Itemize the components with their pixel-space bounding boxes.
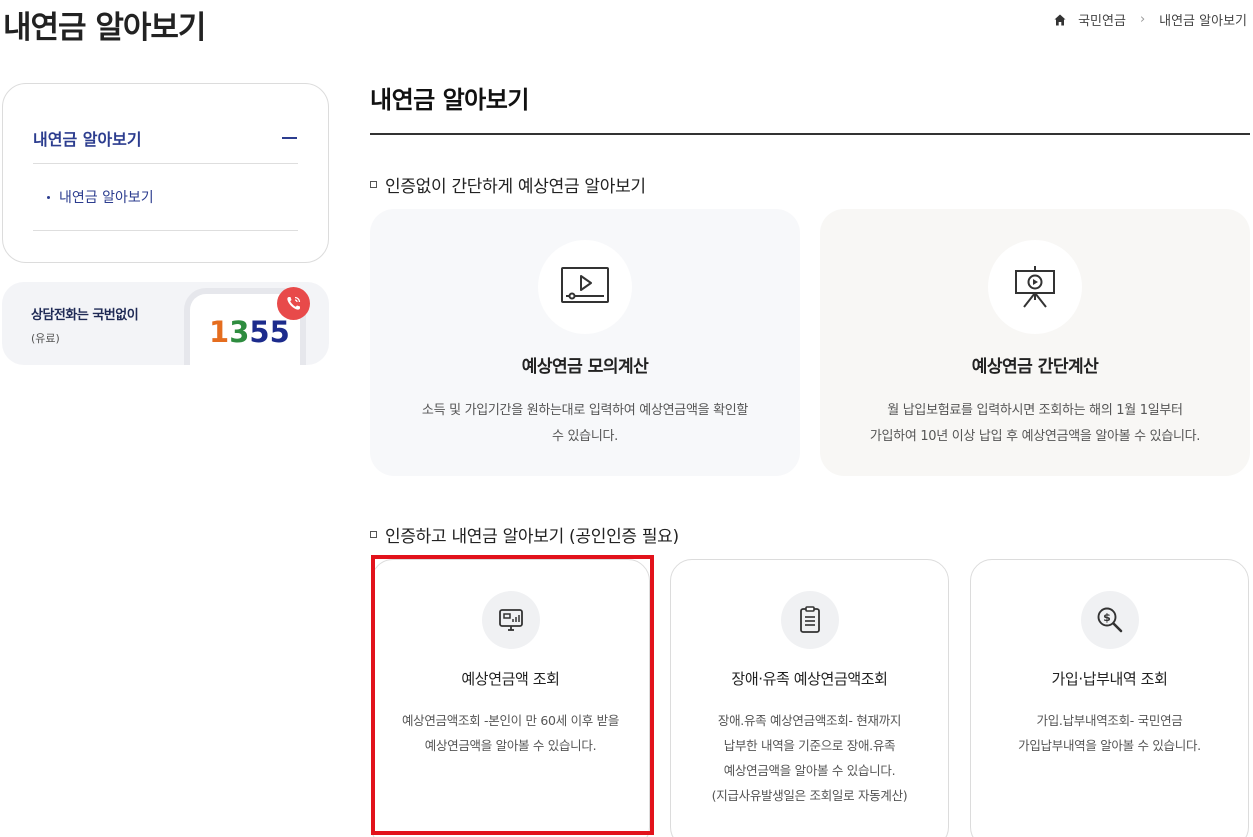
card-description-line: 예상연금액조회 -본인이 만 60세 이후 받을	[401, 713, 620, 728]
call-center-number: 1355	[209, 315, 290, 349]
card-description-line: 가입하여 10년 이상 납입 후 예상연금액을 알아볼 수 있습니다.	[869, 429, 1201, 444]
breadcrumb: 국민연금 › 내연금 알아보기	[1054, 10, 1247, 29]
square-bullet-icon	[370, 531, 377, 538]
call-number-digit: 1	[209, 315, 230, 349]
card-description-line: 수 있습니다.	[552, 429, 618, 444]
clipboard-icon	[780, 591, 839, 649]
card-description-line: 월 납입보험료를 입력하시면 조회하는 해의 1월 1일부터	[887, 403, 1183, 418]
card-description: 장애.유족 예상연금액조회- 현재까지 납부한 내역을 기준으로 장애.유족 예…	[681, 708, 938, 808]
breadcrumb-current-link[interactable]: 내연금 알아보기	[1159, 10, 1247, 29]
card-title: 예상연금액 조회	[461, 670, 560, 688]
card-pension-simulation[interactable]: 예상연금 모의계산 소득 및 가입기간을 원하는대로 입력하여 예상연금액을 확…	[370, 209, 800, 476]
card-description-line: 예상연금액을 알아볼 수 있습니다.	[723, 763, 896, 778]
card-description-line: 납부한 내역을 기준으로 장애.유족	[723, 738, 896, 753]
card-disability-survivor-inquiry[interactable]: 장애·유족 예상연금액조회 장애.유족 예상연금액조회- 현재까지 납부한 내역…	[670, 559, 949, 837]
breadcrumb-home-link[interactable]: 국민연금	[1078, 10, 1126, 29]
section-title-text: 인증없이 간단하게 예상연금 알아보기	[385, 177, 646, 197]
main-title: 내연금 알아보기	[370, 86, 529, 114]
section-title-text: 인증하고 내연금 알아보기 (공인인증 필요)	[385, 527, 679, 547]
call-number-digit: 3	[229, 315, 250, 349]
square-bullet-icon	[370, 181, 377, 188]
video-player-icon	[538, 240, 632, 334]
call-center-title: 상담전화는 국번없이	[31, 308, 139, 323]
card-title: 예상연금 간단계산	[971, 357, 1099, 377]
card-description: 월 납입보험료를 입력하시면 조회하는 해의 1월 1일부터 가입하여 10년 …	[840, 398, 1230, 450]
card-description: 예상연금액조회 -본인이 만 60세 이후 받을 예상연금액을 알아볼 수 있습…	[382, 708, 639, 758]
page-title: 내연금 알아보기	[3, 10, 206, 46]
call-center-fee-note: (유료)	[31, 332, 60, 345]
card-description-line: 가입납부내역을 알아볼 수 있습니다.	[1018, 738, 1201, 753]
collapse-minus-icon[interactable]	[282, 136, 297, 139]
svg-text:$: $	[1103, 611, 1111, 624]
card-description: 가입.납부내역조회- 국민연금 가입납부내역을 알아볼 수 있습니다.	[981, 708, 1238, 758]
card-description: 소득 및 가입기간을 원하는대로 입력하여 예상연금액을 확인할 수 있습니다.	[390, 398, 780, 450]
call-number-digit: 5	[249, 315, 270, 349]
section-title-no-auth: 인증없이 간단하게 예상연금 알아보기	[370, 172, 646, 197]
card-description-line: 예상연금액을 알아볼 수 있습니다.	[424, 738, 597, 753]
card-title: 장애·유족 예상연금액조회	[731, 670, 888, 688]
phone-ring-icon	[277, 287, 310, 320]
home-icon[interactable]	[1054, 14, 1066, 26]
card-pension-quick-calc[interactable]: 예상연금 간단계산 월 납입보험료를 입력하시면 조회하는 해의 1월 1일부터…	[820, 209, 1250, 476]
bullet-dot-icon	[47, 195, 50, 199]
card-description-line: (지급사유발생일은 조회일로 자동계산)	[711, 788, 908, 803]
card-description-line: 장애.유족 예상연금액조회- 현재까지	[717, 713, 902, 728]
breadcrumb-separator-icon: ›	[1139, 12, 1146, 27]
monitor-chart-icon	[481, 591, 540, 649]
side-menu-header[interactable]: 내연금 알아보기	[33, 112, 298, 164]
presentation-board-icon	[988, 240, 1082, 334]
side-menu: 내연금 알아보기 내연금 알아보기	[2, 83, 329, 263]
card-title: 가입·납부내역 조회	[1051, 670, 1168, 688]
card-title: 예상연금 모의계산	[521, 357, 649, 377]
title-divider	[370, 133, 1250, 135]
call-number-digit: 5	[269, 315, 290, 349]
card-description-line: 소득 및 가입기간을 원하는대로 입력하여 예상연금액을 확인할	[421, 403, 749, 418]
side-menu-title: 내연금 알아보기	[33, 129, 142, 149]
card-description-line: 가입.납부내역조회- 국민연금	[1036, 713, 1183, 728]
card-expected-pension-inquiry[interactable]: 예상연금액 조회 예상연금액조회 -본인이 만 60세 이후 받을 예상연금액을…	[371, 559, 650, 837]
dollar-search-icon: $	[1080, 591, 1139, 649]
call-center-banner: 상담전화는 국번없이 (유료) 1355	[2, 282, 329, 365]
section-title-with-auth: 인증하고 내연금 알아보기 (공인인증 필요)	[370, 522, 679, 547]
card-enrollment-payment-inquiry[interactable]: $ 가입·납부내역 조회 가입.납부내역조회- 국민연금 가입납부내역을 알아볼…	[970, 559, 1249, 837]
side-menu-sub-item[interactable]: 내연금 알아보기	[33, 164, 298, 231]
side-menu-sub-item-label: 내연금 알아보기	[59, 190, 154, 206]
